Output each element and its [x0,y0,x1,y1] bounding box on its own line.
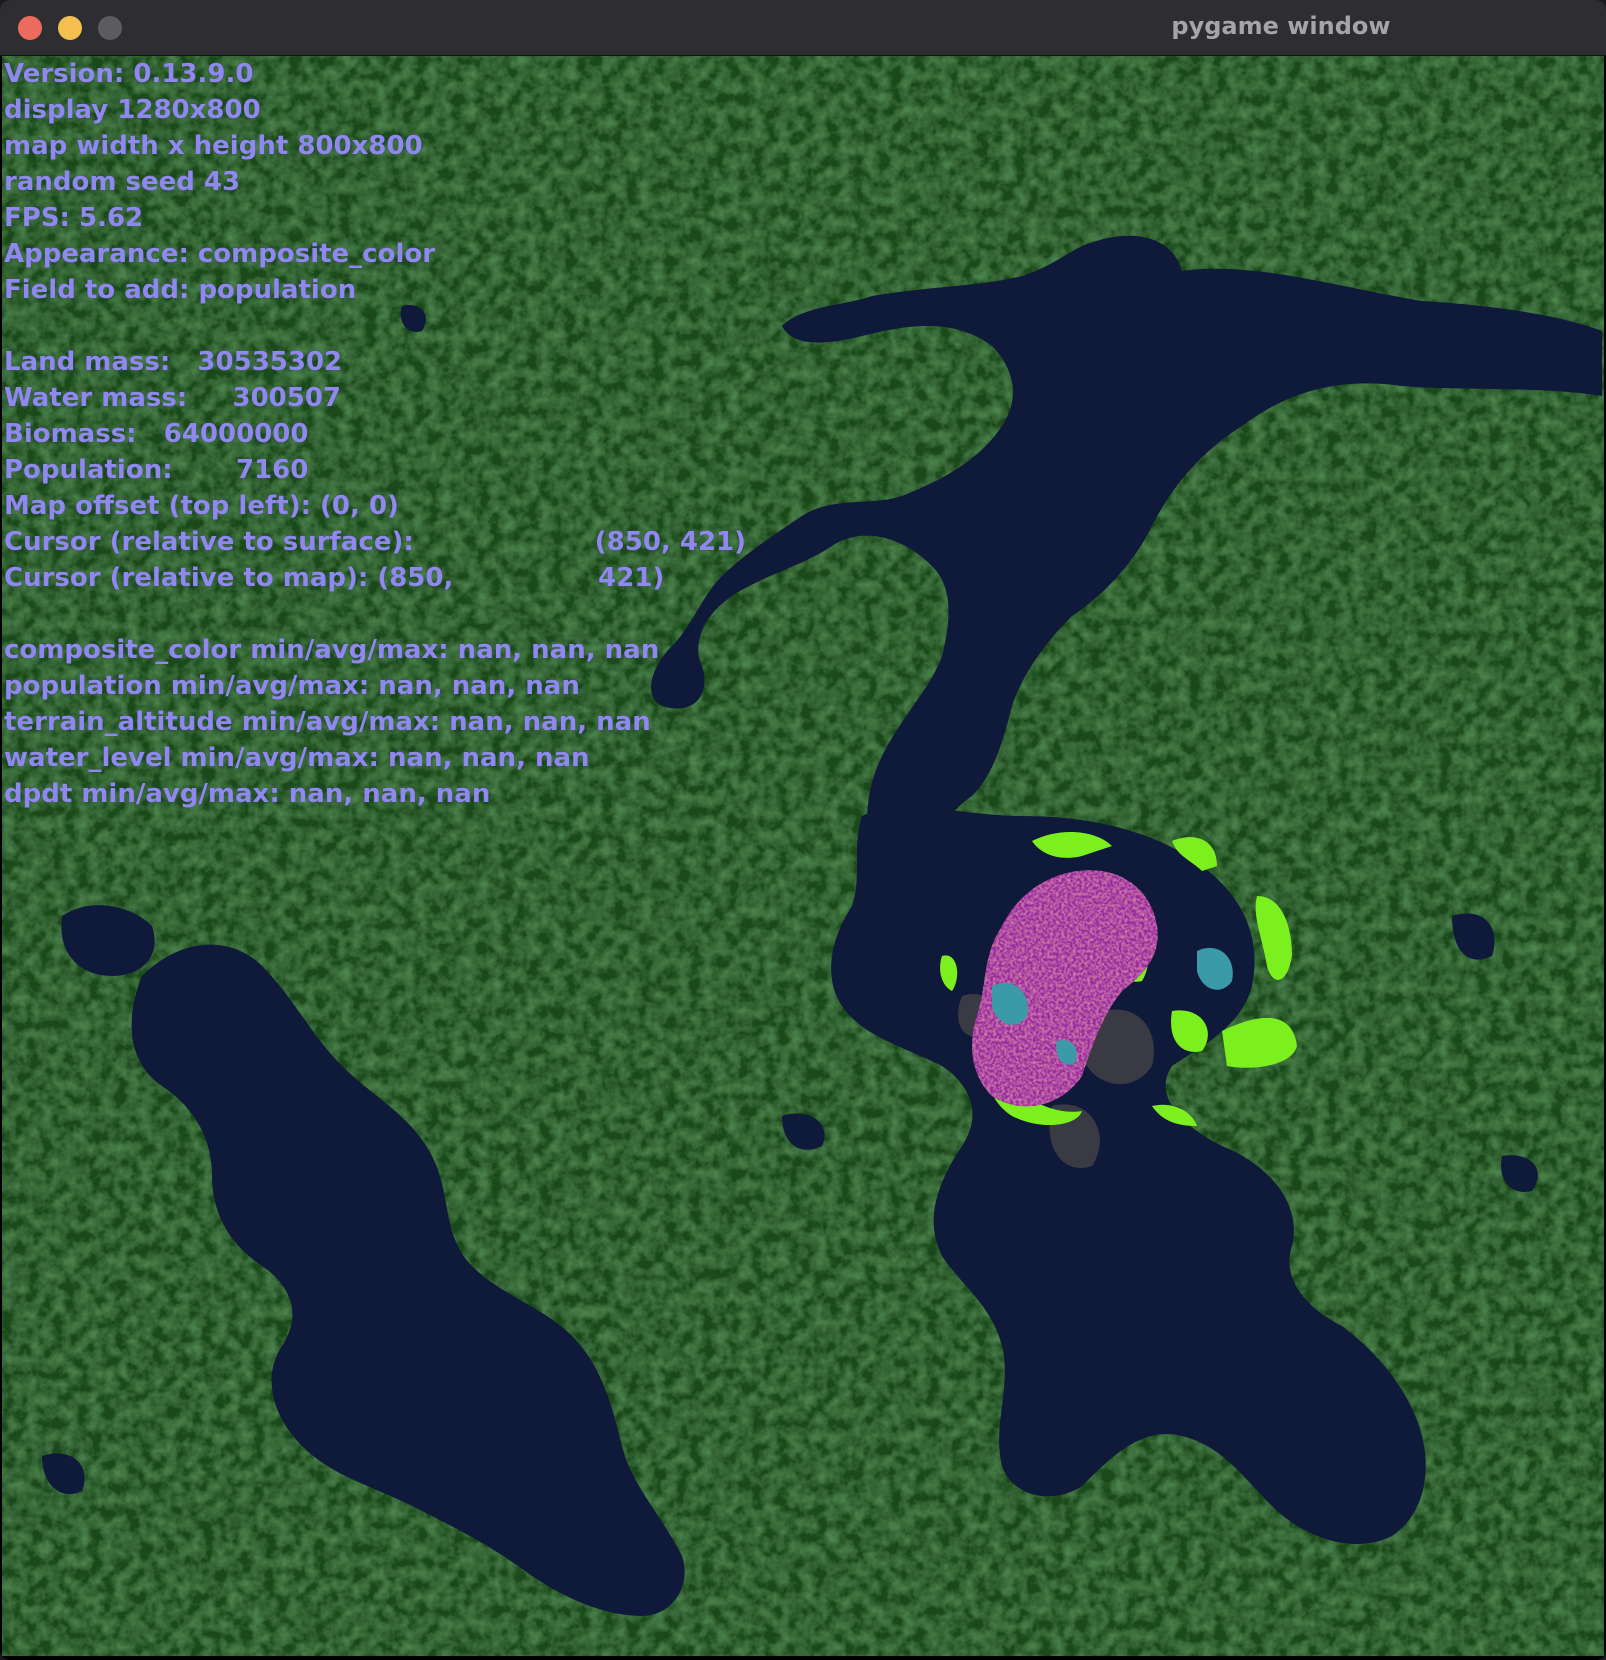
hud-line: Version: 0.13.9.0 [4,59,254,89]
hud-line: Map offset (top left): (0, 0) [4,491,399,521]
hud-line: water_level min/avg/max: nan, nan, nan [4,743,590,773]
hud-line: population min/avg/max: nan, nan, nan [4,671,580,701]
app-window: pygame window Version: 0.13.9.0 display … [0,0,1606,1660]
hud-spacer [4,308,746,344]
hud-line: Field to add: population [4,275,357,305]
hud-line: display 1280x800 [4,95,261,125]
hud-line: Biomass: 64000000 [4,419,309,449]
hud-line: Cursor (relative to map): (850, 421) [4,563,665,593]
hud-line: Water mass: 300507 [4,383,342,413]
title-bar[interactable]: pygame window [0,0,1606,56]
close-button[interactable] [18,16,42,40]
hud-line: random seed 43 [4,167,241,197]
window-title: pygame window [1171,12,1391,40]
hud-line: Appearance: composite_color [4,239,436,269]
hud-line: Cursor (relative to surface): (850, 421) [4,527,747,557]
hud-spacer [4,596,746,632]
map-surface[interactable]: Version: 0.13.9.0 display 1280x800 map wid… [2,56,1604,1656]
hud-line: Population: 7160 [4,455,309,485]
minimize-button[interactable] [58,16,82,40]
hud-line: FPS: 5.62 [4,203,144,233]
hud-line: dpdt min/avg/max: nan, nan, nan [4,779,491,809]
debug-overlay: Version: 0.13.9.0 display 1280x800 map wid… [4,56,746,812]
zoom-button[interactable] [98,16,122,40]
hud-line: Land mass: 30535302 [4,347,343,377]
hud-line: composite_color min/avg/max: nan, nan, n… [4,635,660,665]
hud-line: map width x height 800x800 [4,131,423,161]
hud-line: terrain_altitude min/avg/max: nan, nan, … [4,707,651,737]
